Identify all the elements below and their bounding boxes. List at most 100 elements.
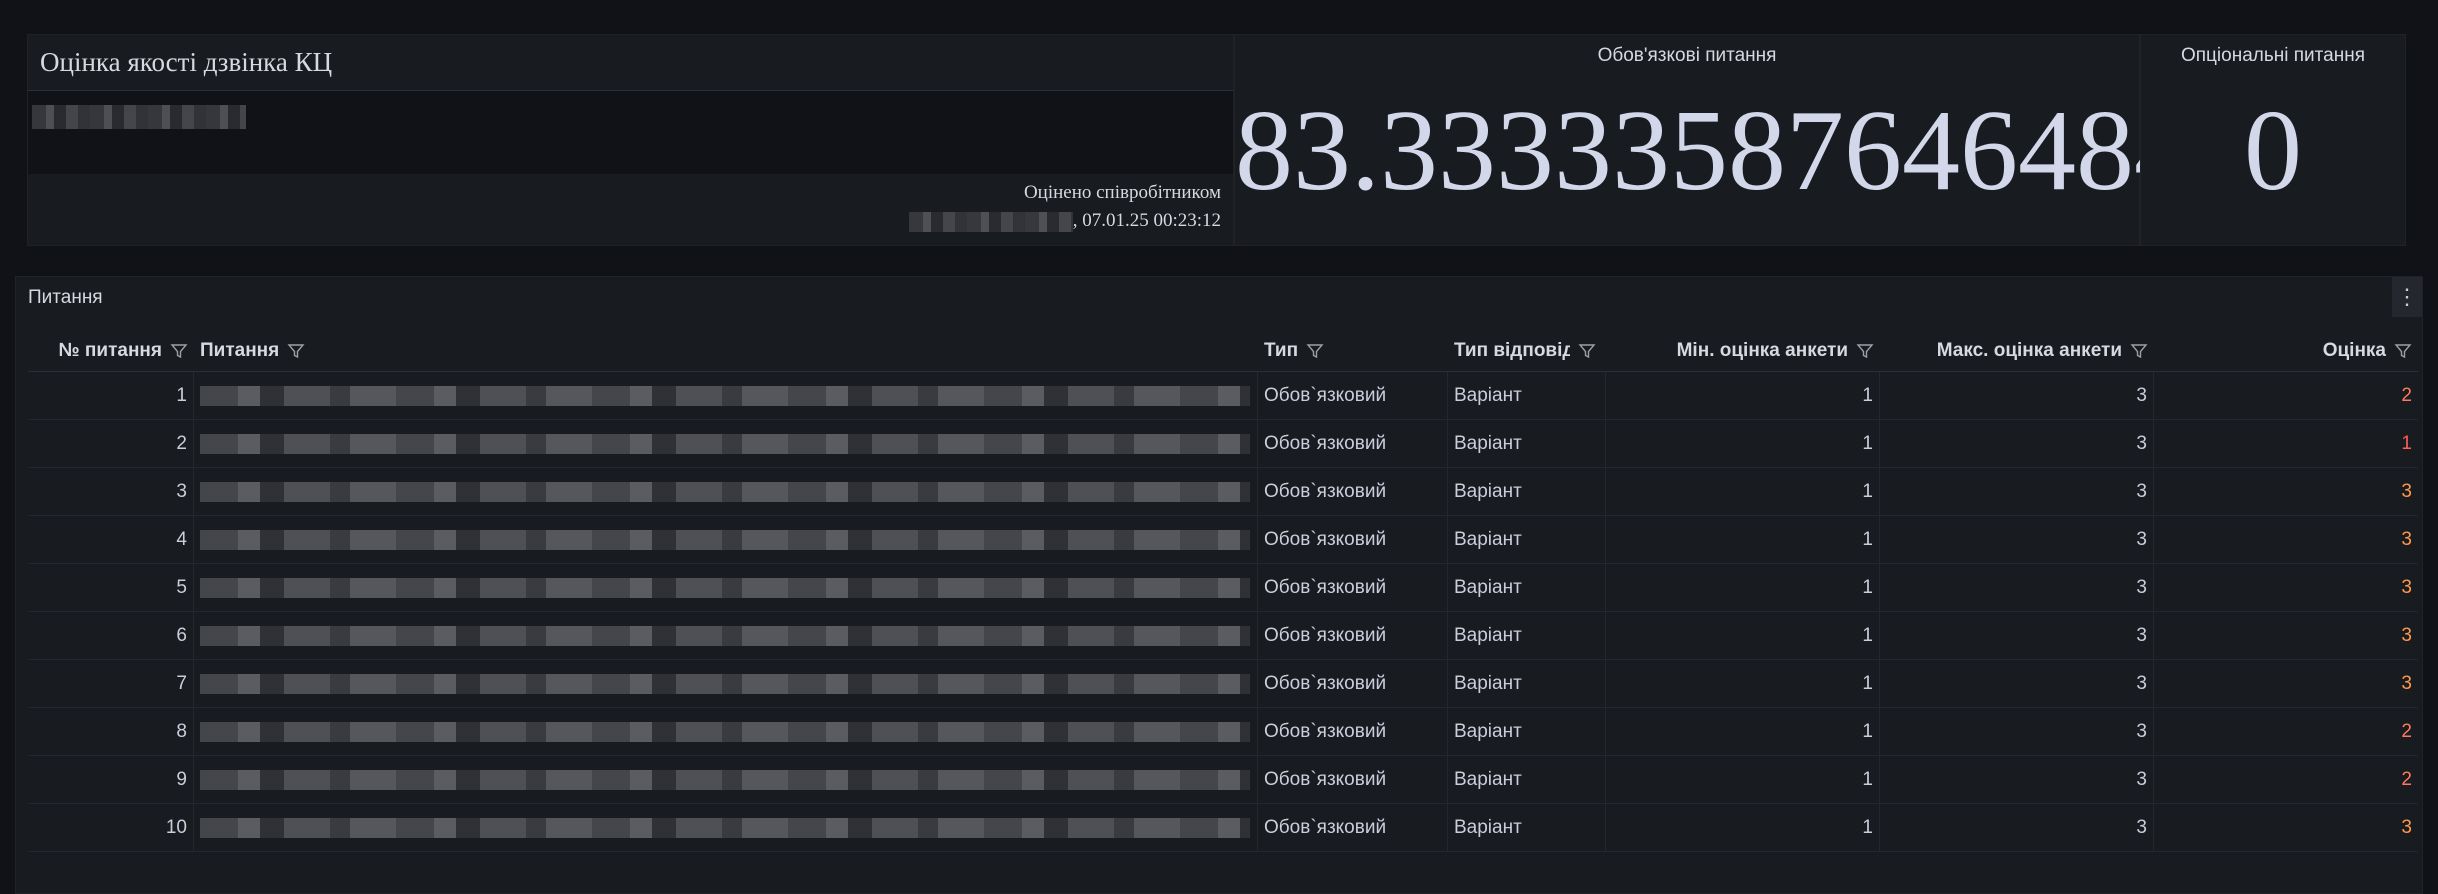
redacted-question — [200, 817, 1250, 838]
cell-max: 3 — [1880, 372, 2154, 419]
questions-table-panel: Питання ⋮ № питання Питання Тип Тип відп… — [15, 276, 2423, 894]
table-row: 5 Обов`язковий Варіант 1 3 3 — [28, 564, 2418, 612]
cell-question — [194, 612, 1258, 659]
cell-score: 2 — [2401, 720, 2412, 742]
cell-min: 1 — [1606, 708, 1880, 755]
filter-icon[interactable] — [2394, 342, 2412, 360]
evaluated-label: Оцінено співробітником — [1023, 182, 1221, 203]
redacted-question — [200, 721, 1250, 742]
cell-min: 1 — [1606, 660, 1880, 707]
cell-max: 3 — [1880, 804, 2154, 851]
optional-questions-title: Опціональні питання — [2180, 45, 2365, 66]
column-header-score-label: Оцінка — [2322, 339, 2386, 361]
cell-type: Обов`язковий — [1258, 708, 1448, 755]
cell-num: 1 — [28, 372, 194, 419]
cell-score: 3 — [2401, 480, 2412, 502]
table-header-row: № питання Питання Тип Тип відповіді Мін.… — [28, 330, 2418, 372]
cell-min: 1 — [1606, 804, 1880, 851]
optional-questions-value: 0 — [2244, 87, 2302, 215]
cell-max: 3 — [1880, 516, 2154, 563]
cell-max: 3 — [1880, 612, 2154, 659]
cell-response: Варіант — [1448, 660, 1606, 707]
cell-question — [194, 804, 1258, 851]
info-panel-body — [28, 91, 1233, 174]
column-header-type[interactable]: Тип — [1258, 330, 1448, 371]
cell-response: Варіант — [1448, 564, 1606, 611]
cell-min: 1 — [1606, 564, 1880, 611]
required-questions-value: 83.33333587646484 — [1235, 87, 2192, 215]
cell-type: Обов`язковий — [1258, 804, 1448, 851]
table-row: 6 Обов`язковий Варіант 1 3 3 — [28, 612, 2418, 660]
column-header-response[interactable]: Тип відповіді — [1448, 330, 1606, 371]
questions-table-title: Питання — [28, 287, 103, 308]
optional-questions-stat: Опціональні питання 0 — [2140, 34, 2406, 246]
cell-max: 3 — [1880, 468, 2154, 515]
redacted-name — [32, 105, 246, 129]
table-row: 9 Обов`язковий Варіант 1 3 2 — [28, 756, 2418, 804]
cell-response: Варіант — [1448, 612, 1606, 659]
cell-num: 2 — [28, 420, 194, 467]
cell-type: Обов`язковий — [1258, 468, 1448, 515]
cell-type: Обов`язковий — [1258, 756, 1448, 803]
required-questions-title: Обов'язкові питання — [1597, 45, 1777, 66]
cell-response: Варіант — [1448, 468, 1606, 515]
table-row: 3 Обов`язковий Варіант 1 3 3 — [28, 468, 2418, 516]
column-header-num[interactable]: № питання — [28, 330, 194, 371]
cell-response: Варіант — [1448, 420, 1606, 467]
redacted-question — [200, 433, 1250, 454]
cell-score: 2 — [2401, 768, 2412, 790]
cell-response: Варіант — [1448, 372, 1606, 419]
cell-type: Обов`язковий — [1258, 372, 1448, 419]
cell-num: 10 — [28, 804, 194, 851]
column-header-score[interactable]: Оцінка — [2154, 330, 2418, 371]
filter-icon[interactable] — [1306, 342, 1324, 360]
kebab-icon[interactable]: ⋮ — [2392, 277, 2422, 317]
cell-score: 1 — [2401, 432, 2412, 454]
questions-table: № питання Питання Тип Тип відповіді Мін.… — [28, 330, 2418, 852]
cell-response: Варіант — [1448, 516, 1606, 563]
cell-min: 1 — [1606, 516, 1880, 563]
column-header-question[interactable]: Питання — [194, 330, 1258, 371]
column-header-min-label: Мін. оцінка анкети — [1676, 339, 1848, 361]
column-header-max[interactable]: Макс. оцінка анкети — [1880, 330, 2154, 371]
redacted-question — [200, 481, 1250, 502]
column-header-response-label: Тип відповіді — [1454, 339, 1570, 361]
cell-min: 1 — [1606, 756, 1880, 803]
table-row: 1 Обов`язковий Варіант 1 3 2 — [28, 372, 2418, 420]
cell-max: 3 — [1880, 756, 2154, 803]
filter-icon[interactable] — [2130, 342, 2148, 360]
cell-num: 4 — [28, 516, 194, 563]
cell-type: Обов`язковий — [1258, 612, 1448, 659]
evaluated-time: , 07.01.25 00:23:12 — [1072, 210, 1221, 231]
redacted-question — [200, 769, 1250, 790]
table-row: 4 Обов`язковий Варіант 1 3 3 — [28, 516, 2418, 564]
cell-response: Варіант — [1448, 756, 1606, 803]
filter-icon[interactable] — [1856, 342, 1874, 360]
column-header-num-label: № питання — [58, 339, 162, 361]
info-panel-footer: Оцінено співробітником , 07.01.25 00:23:… — [908, 179, 1221, 235]
cell-response: Варіант — [1448, 708, 1606, 755]
table-row: 8 Обов`язковий Варіант 1 3 2 — [28, 708, 2418, 756]
cell-score: 2 — [2401, 384, 2412, 406]
redacted-evaluator — [908, 211, 1073, 232]
column-header-min[interactable]: Мін. оцінка анкети — [1606, 330, 1880, 371]
cell-question — [194, 708, 1258, 755]
cell-max: 3 — [1880, 708, 2154, 755]
cell-question — [194, 468, 1258, 515]
filter-icon[interactable] — [170, 342, 188, 360]
cell-min: 1 — [1606, 420, 1880, 467]
cell-type: Обов`язковий — [1258, 660, 1448, 707]
column-header-type-label: Тип — [1264, 339, 1299, 361]
cell-type: Обов`язковий — [1258, 420, 1448, 467]
cell-min: 1 — [1606, 468, 1880, 515]
cell-num: 7 — [28, 660, 194, 707]
filter-icon[interactable] — [287, 342, 305, 360]
column-header-max-label: Макс. оцінка анкети — [1936, 339, 2122, 361]
redacted-question — [200, 625, 1250, 646]
table-row: 10 Обов`язковий Варіант 1 3 3 — [28, 804, 2418, 852]
table-body: 1 Обов`язковий Варіант 1 3 2 2 Обов`язковий Варі… — [28, 372, 2418, 852]
cell-num: 6 — [28, 612, 194, 659]
cell-num: 3 — [28, 468, 194, 515]
filter-icon[interactable] — [1578, 342, 1596, 360]
cell-type: Обов`язковий — [1258, 516, 1448, 563]
